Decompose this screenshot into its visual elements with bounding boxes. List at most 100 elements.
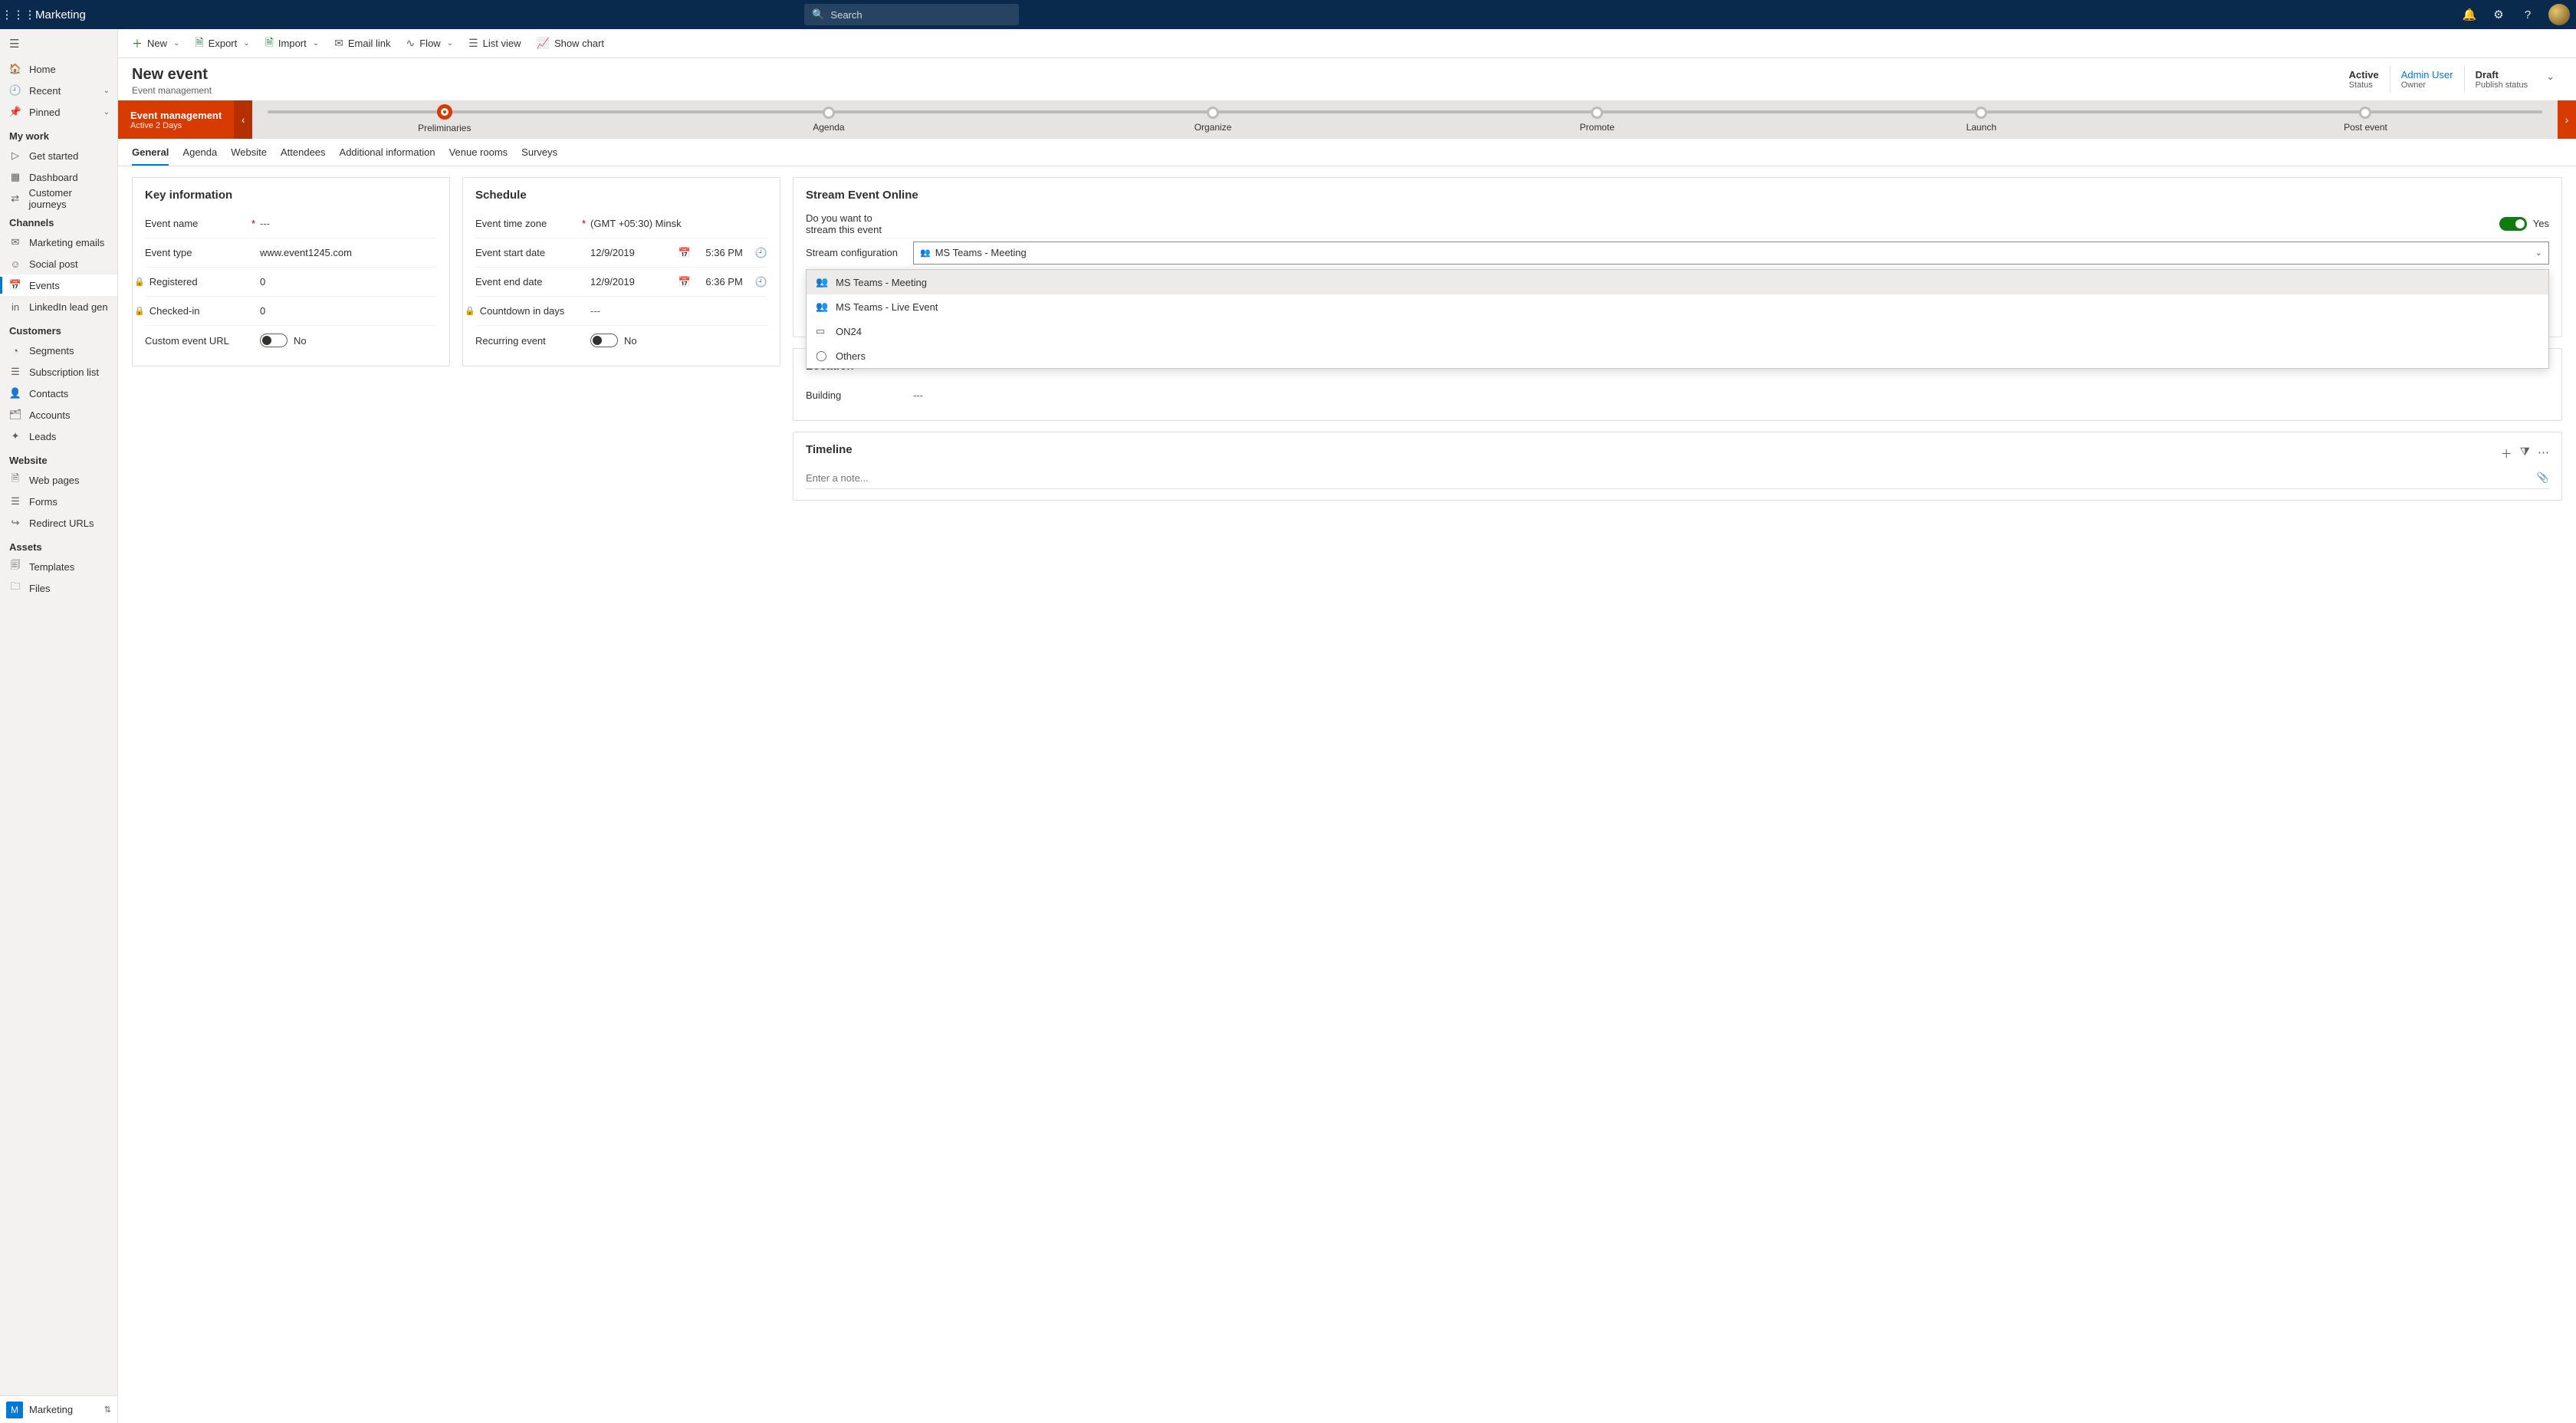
form-tab[interactable]: Surveys [521,146,557,166]
stream-toggle[interactable] [2499,217,2527,231]
end-date-field[interactable]: 12/9/2019 [590,276,672,288]
sidebar-item[interactable]: ◔Segments [0,340,117,361]
nav-icon: ↪ [9,517,21,529]
sidebar-item[interactable]: 🗐Templates [0,556,117,577]
end-time-field[interactable]: 6:36 PM [697,276,743,288]
bpf-step[interactable]: Organize [1020,107,1405,133]
search-box[interactable]: 🔍 [804,4,1019,25]
command-icon: ✉ [334,37,343,50]
sidebar-item[interactable]: ▷Get started [0,145,117,166]
command-icon: ☰ [468,37,478,50]
building-field[interactable]: --- [913,389,2549,401]
search-input[interactable] [830,9,1011,21]
timeline-note-input[interactable] [806,472,2537,484]
command-button[interactable]: ＋New⌄ [126,32,186,55]
dropdown-option[interactable]: 👥MS Teams - Meeting [807,270,2548,294]
form-tab[interactable]: Website [231,146,267,166]
bpf-step[interactable]: Promote [1405,107,1789,133]
sidebar-item[interactable]: ☺Social post [0,253,117,274]
chevron-down-icon: ⌄ [104,108,110,117]
sidebar-item[interactable]: 👤Contacts [0,383,117,404]
command-button[interactable]: ∿Flow⌄ [400,32,460,55]
clock-icon[interactable]: 🕘 [755,247,767,259]
nav-icon: ◔ [9,345,21,357]
dropdown-option[interactable]: 👥MS Teams - Live Event [807,294,2548,319]
lock-icon: 🔒 [465,306,475,316]
bpf-prev-arrow[interactable]: ‹ [234,100,252,139]
countdown-value: --- [590,305,767,317]
sidebar-item[interactable]: 📌Pinned⌄ [0,101,117,123]
page-header: New event Event management ActiveStatusA… [118,58,2576,100]
notifications-icon[interactable]: 🔔 [2456,2,2482,28]
start-date-field[interactable]: 12/9/2019 [590,247,672,258]
command-button[interactable]: 🗎Import⌄ [259,32,326,55]
form-tab[interactable]: General [132,146,169,166]
sidebar-item[interactable]: ✉Marketing emails [0,232,117,253]
app-launcher-icon[interactable]: ⋮⋮⋮ [6,2,31,27]
sidebar-item[interactable]: inLinkedIn lead gen [0,296,117,317]
clock-icon[interactable]: 🕘 [755,276,767,288]
option-icon: ◯ [816,350,828,362]
timeline-more-icon[interactable]: ⋯ [2538,445,2549,462]
dropdown-option[interactable]: ▭ON24 [807,319,2548,343]
header-field[interactable]: DraftPublish status [2464,66,2538,93]
custom-url-toggle[interactable] [260,334,288,347]
settings-icon[interactable]: ⚙ [2486,2,2512,28]
area-label: Marketing [29,1404,73,1415]
bpf-step[interactable]: Post event [2174,107,2558,133]
area-chevron-icon[interactable]: ⇅ [104,1405,111,1415]
card-title: Stream Event Online [806,189,2549,202]
start-time-field[interactable]: 5:36 PM [697,247,743,258]
sidebar-item[interactable]: ▦Dashboard [0,166,117,188]
timeline-filter-icon[interactable]: ⧩ [2520,445,2530,462]
command-button[interactable]: ✉Email link [328,32,396,55]
command-button[interactable]: ☰List view [462,32,527,55]
sidebar-item[interactable]: 📅Events [0,274,117,296]
required-icon: * [251,218,255,229]
command-button[interactable]: 🗎Export⌄ [189,32,255,55]
recurring-toggle[interactable] [590,334,618,347]
calendar-icon[interactable]: 📅 [678,276,691,288]
calendar-icon[interactable]: 📅 [678,247,691,259]
bpf-step[interactable]: Agenda [636,107,1020,133]
header-field[interactable]: Admin UserOwner [2390,66,2464,93]
form-tab[interactable]: Agenda [182,146,217,166]
form-tab[interactable]: Attendees [281,146,326,166]
sidebar-item[interactable]: 🏠Home [0,58,117,80]
command-button[interactable]: 📈Show chart [531,32,610,55]
sidebar-item[interactable]: ↪Redirect URLs [0,512,117,534]
nav-icon: ☰ [9,495,21,508]
sidebar-item[interactable]: ☰Forms [0,491,117,512]
user-avatar[interactable] [2548,4,2570,25]
bpf-active-stage[interactable]: Event management Active 2 Days [118,100,234,139]
stream-config-dropdown[interactable]: 👥 MS Teams - Meeting ⌄ [913,242,2549,265]
help-icon[interactable]: ? [2515,2,2541,28]
form-tab[interactable]: Venue rooms [449,146,508,166]
timezone-field[interactable]: (GMT +05:30) Minsk [590,218,767,229]
sidebar-item[interactable]: 🗎Web pages [0,469,117,491]
bpf-next-arrow[interactable]: › [2558,100,2576,139]
timeline-add-icon[interactable]: ＋ [2501,445,2512,462]
header-expand-icon[interactable]: ⌄ [2538,66,2562,87]
attachment-icon[interactable]: 📎 [2537,472,2549,484]
chevron-down-icon: ⌄ [2535,248,2542,258]
sidebar-item[interactable]: ☰Subscription list [0,361,117,383]
command-icon: ∿ [406,37,416,50]
sidebar-toggle[interactable]: ☰ [0,29,117,58]
sidebar-item[interactable]: 🗀Files [0,577,117,599]
sidebar-item[interactable]: 🕘Recent⌄ [0,80,117,101]
form-tab[interactable]: Additional information [340,146,435,166]
sidebar-item[interactable]: ⇄Customer journeys [0,188,117,209]
step-dot-icon [823,107,835,119]
dropdown-option[interactable]: ◯Others [807,343,2548,368]
header-field[interactable]: ActiveStatus [2338,66,2390,93]
sidebar-item[interactable]: 🗂Accounts [0,404,117,426]
teams-icon: 👥 [920,248,931,258]
area-switcher[interactable]: M Marketing ⇅ [0,1395,117,1423]
bpf-step[interactable]: Launch [1789,107,2174,133]
event-type-field[interactable]: www.event1245.com [260,247,437,258]
event-name-field[interactable]: --- [260,218,437,229]
sidebar-item[interactable]: ✦Leads [0,426,117,447]
bpf-step[interactable]: Preliminaries [252,106,636,133]
timeline-card: Timeline ＋ ⧩ ⋯ 📎 [793,432,2562,501]
